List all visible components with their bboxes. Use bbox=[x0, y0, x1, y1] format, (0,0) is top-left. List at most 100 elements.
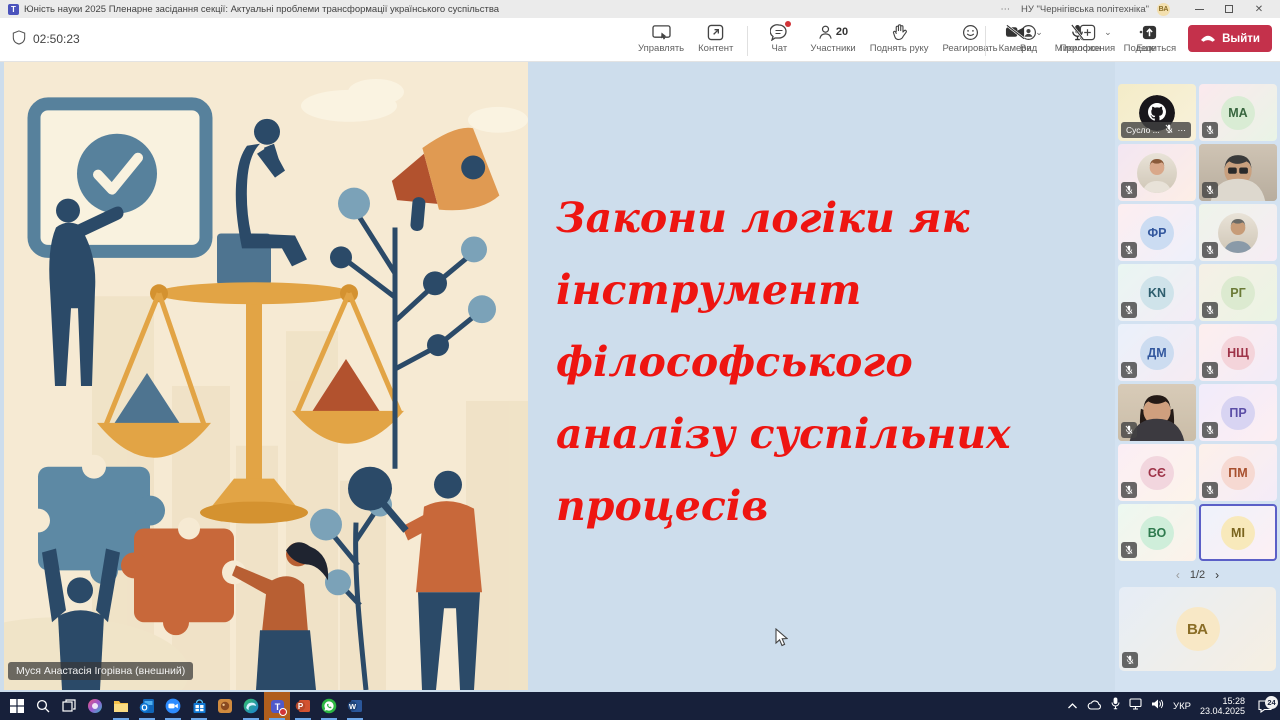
participant-tile-octocat[interactable]: Сусло ...⋯ bbox=[1118, 84, 1196, 141]
participants-sidebar: Сусло ...⋯ MA ФР KN РГ ДМ НЩ ПР СЄПМВОМІ ‹ 1/2 ›… bbox=[1115, 62, 1280, 692]
timer-value: 02:50:23 bbox=[33, 32, 80, 46]
outlook-icon[interactable]: O bbox=[134, 692, 160, 720]
mouse-cursor bbox=[775, 628, 788, 647]
self-view-tile[interactable]: ВА bbox=[1119, 587, 1276, 671]
tray-mic-icon[interactable] bbox=[1111, 697, 1120, 715]
maximize-button[interactable] bbox=[1214, 0, 1244, 18]
camera-button[interactable]: Камера bbox=[998, 22, 1032, 54]
leave-label: Выйти bbox=[1222, 33, 1260, 45]
participant-initials: KN bbox=[1140, 276, 1174, 310]
language-indicator[interactable]: УКР bbox=[1173, 701, 1191, 712]
raise-hand-button[interactable]: Поднять руку bbox=[870, 22, 929, 54]
chevron-down-icon[interactable]: ⌄ bbox=[1035, 27, 1043, 38]
action-center-icon[interactable]: 24 bbox=[1254, 695, 1276, 717]
manage-button[interactable]: Управлять bbox=[638, 22, 684, 54]
share-button[interactable]: Поделиться bbox=[1124, 22, 1176, 54]
participants-button[interactable]: 20 Участники bbox=[810, 22, 855, 54]
svg-text:O: O bbox=[141, 704, 147, 713]
phone-hangup-icon bbox=[1200, 33, 1216, 45]
chevron-down-icon[interactable]: ⌄ bbox=[1104, 27, 1112, 38]
next-page-icon[interactable]: › bbox=[1215, 568, 1219, 582]
mic-off-badge bbox=[1202, 482, 1218, 498]
participant-tile-ВО[interactable]: ВО bbox=[1118, 504, 1196, 561]
close-button[interactable]: ✕ bbox=[1244, 0, 1274, 18]
participant-tile-ПР[interactable]: ПР bbox=[1199, 384, 1277, 441]
svg-text:P: P bbox=[298, 702, 304, 711]
participant-tile-KN[interactable]: KN bbox=[1118, 264, 1196, 321]
participant-tile-ФР[interactable]: ФР bbox=[1118, 204, 1196, 261]
meeting-title: Юність науки 2025 Пленарне засідання сек… bbox=[24, 4, 499, 15]
participant-initials: MA bbox=[1221, 96, 1255, 130]
teams-taskbar-icon[interactable]: T bbox=[264, 692, 290, 720]
store-icon[interactable] bbox=[186, 692, 212, 720]
button-label: Контент bbox=[698, 43, 733, 54]
participant-tile-ДМ[interactable]: ДМ bbox=[1118, 324, 1196, 381]
task-view-icon[interactable] bbox=[56, 692, 82, 720]
user-avatar[interactable]: ВА bbox=[1157, 3, 1170, 16]
participant-initials: ФР bbox=[1140, 216, 1174, 250]
mic-off-badge bbox=[1121, 242, 1137, 258]
participant-tile-woman-dark-hair[interactable] bbox=[1118, 384, 1196, 441]
zoom-icon[interactable] bbox=[160, 692, 186, 720]
gallery-pagination: ‹ 1/2 › bbox=[1176, 568, 1219, 582]
orange-app-icon[interactable] bbox=[212, 692, 238, 720]
button-label: Чат bbox=[771, 43, 787, 54]
button-label: Поделиться bbox=[1124, 43, 1176, 54]
mic-off-badge bbox=[1121, 542, 1137, 558]
tray-date: 23.04.2025 bbox=[1200, 706, 1245, 717]
mic-off-badge bbox=[1202, 242, 1218, 258]
prev-page-icon[interactable]: ‹ bbox=[1176, 568, 1180, 582]
mic-button[interactable]: Микрофон bbox=[1055, 22, 1101, 54]
mic-off-icon bbox=[1070, 22, 1085, 42]
minimize-button[interactable] bbox=[1184, 0, 1214, 18]
participant-tile-СЄ[interactable]: СЄ bbox=[1118, 444, 1196, 501]
screen-manage-icon bbox=[652, 22, 671, 42]
file-explorer-icon[interactable] bbox=[108, 692, 134, 720]
participant-tile-MA[interactable]: MA bbox=[1199, 84, 1277, 141]
participant-initials: ПР bbox=[1221, 396, 1255, 430]
participant-initials: РГ bbox=[1221, 276, 1255, 310]
participant-name-label: Сусло ...⋯ bbox=[1121, 122, 1191, 138]
participant-tile-ПМ[interactable]: ПМ bbox=[1199, 444, 1277, 501]
meeting-toolbar: 02:50:23 Управлять Контент bbox=[0, 18, 1280, 62]
tray-expand-icon[interactable] bbox=[1067, 697, 1078, 715]
meeting-timer: 02:50:23 bbox=[12, 30, 80, 48]
participant-grid: Сусло ...⋯ MA ФР KN РГ ДМ НЩ ПР СЄПМВОМІ bbox=[1118, 84, 1277, 561]
participant-initials: ДМ bbox=[1140, 336, 1174, 370]
org-name: НУ "Чернігівська політехніка" bbox=[1021, 4, 1149, 15]
onedrive-icon[interactable] bbox=[1087, 697, 1102, 715]
button-label: Микрофон bbox=[1055, 43, 1101, 54]
participants-count: 20 bbox=[836, 26, 848, 38]
participant-tile-woman-avatar[interactable] bbox=[1118, 144, 1196, 201]
participant-tile-man-avatar[interactable] bbox=[1199, 204, 1277, 261]
more-icon[interactable]: ⋯ bbox=[1178, 125, 1187, 136]
toolbar-divider bbox=[985, 26, 986, 56]
network-icon[interactable] bbox=[1129, 697, 1142, 715]
mic-off-badge bbox=[1121, 302, 1137, 318]
chat-notification-dot bbox=[785, 21, 791, 27]
powerpoint-icon[interactable]: P bbox=[290, 692, 316, 720]
word-icon[interactable]: W bbox=[342, 692, 368, 720]
shield-icon bbox=[12, 30, 26, 48]
button-label: Поднять руку bbox=[870, 43, 929, 54]
edge-icon[interactable] bbox=[238, 692, 264, 720]
participants-icon: 20 bbox=[818, 22, 848, 42]
speaker-icon[interactable] bbox=[1151, 697, 1164, 715]
chat-button[interactable]: Чат bbox=[762, 22, 796, 54]
participant-tile-МІ[interactable]: МІ bbox=[1199, 504, 1277, 561]
tray-clock[interactable]: 15:28 23.04.2025 bbox=[1200, 696, 1245, 717]
search-icon[interactable] bbox=[30, 692, 56, 720]
copilot-icon[interactable] bbox=[82, 692, 108, 720]
whatsapp-icon[interactable] bbox=[316, 692, 342, 720]
participant-tile-НЩ[interactable]: НЩ bbox=[1199, 324, 1277, 381]
content-button[interactable]: Контент bbox=[698, 22, 733, 54]
leave-button[interactable]: Выйти bbox=[1188, 25, 1272, 52]
start-button[interactable] bbox=[4, 692, 30, 720]
mic-off-badge bbox=[1202, 422, 1218, 438]
participant-initials: НЩ bbox=[1221, 336, 1255, 370]
participant-tile-person-glasses[interactable] bbox=[1199, 144, 1277, 201]
window-titlebar: T Юність науки 2025 Пленарне засідання с… bbox=[0, 0, 1280, 18]
titlebar-more-icon[interactable]: ⋯ bbox=[1001, 4, 1012, 15]
participant-tile-РГ[interactable]: РГ bbox=[1199, 264, 1277, 321]
shared-screen-stage[interactable]: Закони логіки як інструмент філософськог… bbox=[0, 62, 1115, 692]
